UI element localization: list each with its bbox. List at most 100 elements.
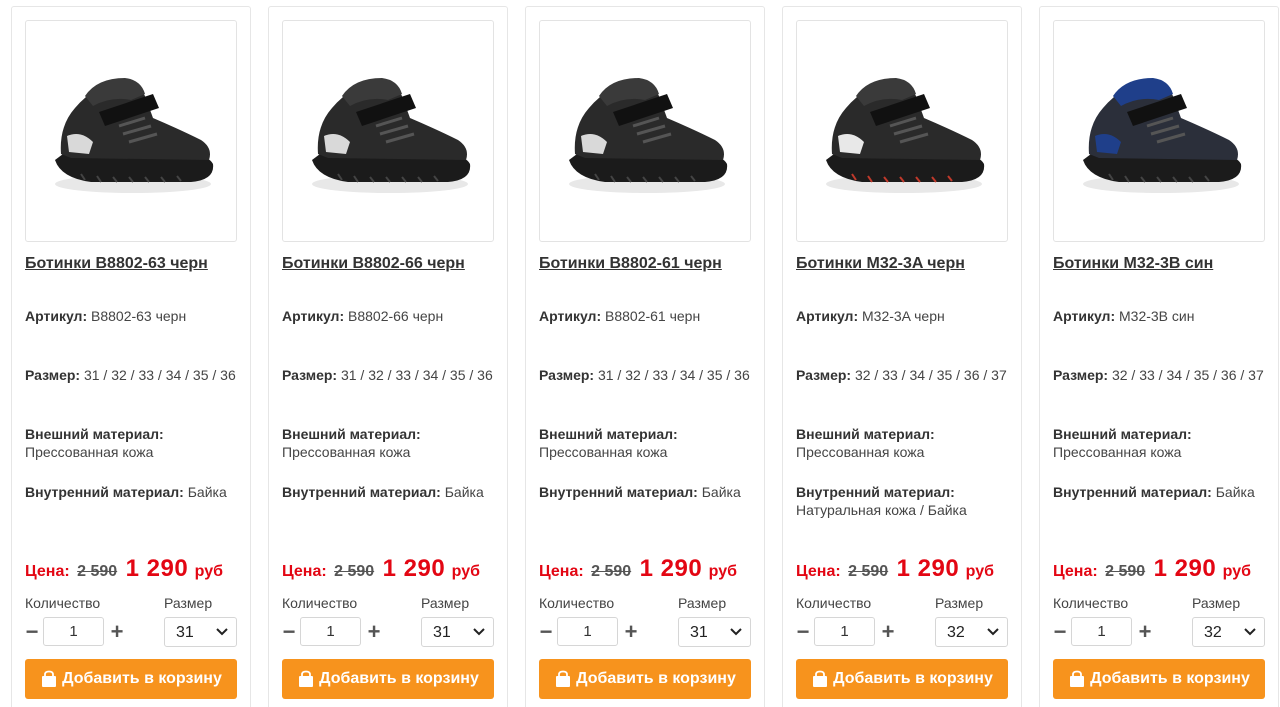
outer-material-value: Прессованная кожа bbox=[1053, 444, 1182, 460]
outer-material-value: Прессованная кожа bbox=[539, 444, 668, 460]
shoe-photo-blue bbox=[1083, 78, 1242, 193]
product-title[interactable]: Ботинки M32-3B син bbox=[1053, 255, 1268, 273]
quantity-input[interactable] bbox=[300, 617, 361, 646]
inner-material-label: Внутренний материал: bbox=[539, 484, 698, 500]
quantity-input[interactable] bbox=[557, 617, 618, 646]
product-card-3: Ботинки B8802-61 черн Артикул: B8802-61 … bbox=[525, 6, 765, 707]
currency: руб bbox=[708, 563, 737, 580]
size-select[interactable]: 32 bbox=[935, 617, 1008, 647]
article-field: Артикул: B8802-63 черн bbox=[25, 307, 240, 325]
price-label: Цена: bbox=[796, 563, 841, 580]
new-price: 1 290 bbox=[639, 555, 703, 582]
quantity-label: Количество bbox=[282, 595, 358, 611]
quantity-increase-button[interactable]: + bbox=[880, 618, 896, 646]
shoe-photo-black bbox=[55, 78, 214, 193]
quantity-decrease-button[interactable]: − bbox=[24, 618, 40, 646]
add-to-cart-button[interactable]: Добавить в корзину bbox=[539, 659, 751, 699]
product-card-5: Ботинки M32-3B син Артикул: M32-3B син Р… bbox=[1039, 6, 1279, 707]
quantity-decrease-button[interactable]: − bbox=[281, 618, 297, 646]
quantity-decrease-button[interactable]: − bbox=[538, 618, 554, 646]
sizes-label: Размер: bbox=[796, 367, 852, 383]
sizes-value: 31 / 32 / 33 / 34 / 35 / 36 bbox=[83, 367, 236, 383]
shoe-photo-black bbox=[569, 78, 728, 193]
quantity-label: Количество bbox=[539, 595, 615, 611]
quantity-label: Количество bbox=[25, 595, 101, 611]
add-to-cart-button[interactable]: Добавить в корзину bbox=[796, 659, 1008, 699]
product-photo[interactable] bbox=[539, 20, 751, 242]
quantity-input[interactable] bbox=[1071, 617, 1132, 646]
size-select-label: Размер bbox=[678, 595, 727, 611]
product-title[interactable]: Ботинки M32-3A черн bbox=[796, 255, 1011, 273]
size-select-value: 31 bbox=[690, 624, 708, 641]
price-label: Цена: bbox=[25, 563, 70, 580]
outer-material-label: Внешний материал: bbox=[539, 426, 678, 442]
add-to-cart-button[interactable]: Добавить в корзину bbox=[282, 659, 494, 699]
quantity-input[interactable] bbox=[43, 617, 104, 646]
product-photo[interactable] bbox=[282, 20, 494, 242]
inner-material-field: Внутренний материал: Байка bbox=[539, 483, 754, 501]
article-value: M32-3A черн bbox=[862, 308, 945, 324]
product-title[interactable]: Ботинки B8802-66 черн bbox=[282, 255, 497, 273]
article-field: Артикул: M32-3B син bbox=[1053, 307, 1268, 325]
sizes-label: Размер: bbox=[25, 367, 81, 383]
inner-material-field: Внутренний материал: Байка bbox=[1053, 483, 1268, 501]
quantity-decrease-button[interactable]: − bbox=[795, 618, 811, 646]
quantity-increase-button[interactable]: + bbox=[1137, 618, 1153, 646]
inner-material-label: Внутренний материал: bbox=[1053, 484, 1212, 500]
sizes-value: 31 / 32 / 33 / 34 / 35 / 36 bbox=[597, 367, 750, 383]
add-to-cart-button[interactable]: Добавить в корзину bbox=[25, 659, 237, 699]
sizes-field: Размер: 31 / 32 / 33 / 34 / 35 / 36 bbox=[282, 366, 497, 384]
currency: руб bbox=[451, 563, 480, 580]
size-select[interactable]: 31 bbox=[678, 617, 751, 647]
price: Цена: 2 590 1 290 руб bbox=[25, 555, 223, 583]
product-photo[interactable] bbox=[25, 20, 237, 242]
size-select-label: Размер bbox=[935, 595, 984, 611]
outer-material-value: Прессованная кожа bbox=[282, 444, 411, 460]
article-label: Артикул: bbox=[1053, 308, 1116, 324]
price: Цена: 2 590 1 290 руб bbox=[796, 555, 994, 583]
product-title[interactable]: Ботинки B8802-61 черн bbox=[539, 255, 754, 273]
shopping-bag-icon bbox=[1070, 670, 1085, 687]
quantity-increase-button[interactable]: + bbox=[623, 618, 639, 646]
quantity-increase-button[interactable]: + bbox=[109, 618, 125, 646]
price: Цена: 2 590 1 290 руб bbox=[282, 555, 480, 583]
quantity-increase-button[interactable]: + bbox=[366, 618, 382, 646]
product-title[interactable]: Ботинки B8802-63 черн bbox=[25, 255, 240, 273]
article-field: Артикул: B8802-61 черн bbox=[539, 307, 754, 325]
article-value: B8802-63 черн bbox=[91, 308, 187, 324]
shopping-bag-icon bbox=[299, 670, 314, 687]
article-value: B8802-61 черн bbox=[605, 308, 701, 324]
shoe-photo-black-red bbox=[826, 78, 985, 193]
price: Цена: 2 590 1 290 руб bbox=[539, 555, 737, 583]
sizes-field: Размер: 31 / 32 / 33 / 34 / 35 / 36 bbox=[539, 366, 754, 384]
size-select-label: Размер bbox=[164, 595, 213, 611]
chevron-down-icon bbox=[216, 628, 228, 636]
size-select[interactable]: 31 bbox=[164, 617, 237, 647]
outer-material-field: Внешний материал: Прессованная кожа bbox=[1053, 425, 1268, 461]
quantity-input[interactable] bbox=[814, 617, 875, 646]
old-price: 2 590 bbox=[77, 563, 118, 580]
new-price: 1 290 bbox=[125, 555, 189, 582]
shoe-photo-black bbox=[312, 78, 471, 193]
size-select[interactable]: 32 bbox=[1192, 617, 1265, 647]
size-select[interactable]: 31 bbox=[421, 617, 494, 647]
outer-material-value: Прессованная кожа bbox=[796, 444, 925, 460]
size-select-label: Размер bbox=[1192, 595, 1241, 611]
inner-material-value: Натуральная кожа / Байка bbox=[796, 502, 967, 518]
price: Цена: 2 590 1 290 руб bbox=[1053, 555, 1251, 583]
quantity-decrease-button[interactable]: − bbox=[1052, 618, 1068, 646]
add-to-cart-button[interactable]: Добавить в корзину bbox=[1053, 659, 1265, 699]
size-select-value: 31 bbox=[176, 624, 194, 641]
size-select-value: 32 bbox=[947, 624, 965, 641]
product-photo[interactable] bbox=[1053, 20, 1265, 242]
inner-material-label: Внутренний материал: bbox=[25, 484, 184, 500]
product-photo[interactable] bbox=[796, 20, 1008, 242]
new-price: 1 290 bbox=[896, 555, 960, 582]
inner-material-value: Байка bbox=[187, 484, 227, 500]
article-field: Артикул: M32-3A черн bbox=[796, 307, 1011, 325]
article-label: Артикул: bbox=[282, 308, 345, 324]
outer-material-field: Внешний материал: Прессованная кожа bbox=[282, 425, 497, 461]
inner-material-value: Байка bbox=[1215, 484, 1255, 500]
sizes-value: 32 / 33 / 34 / 35 / 36 / 37 bbox=[1111, 367, 1264, 383]
article-label: Артикул: bbox=[796, 308, 859, 324]
